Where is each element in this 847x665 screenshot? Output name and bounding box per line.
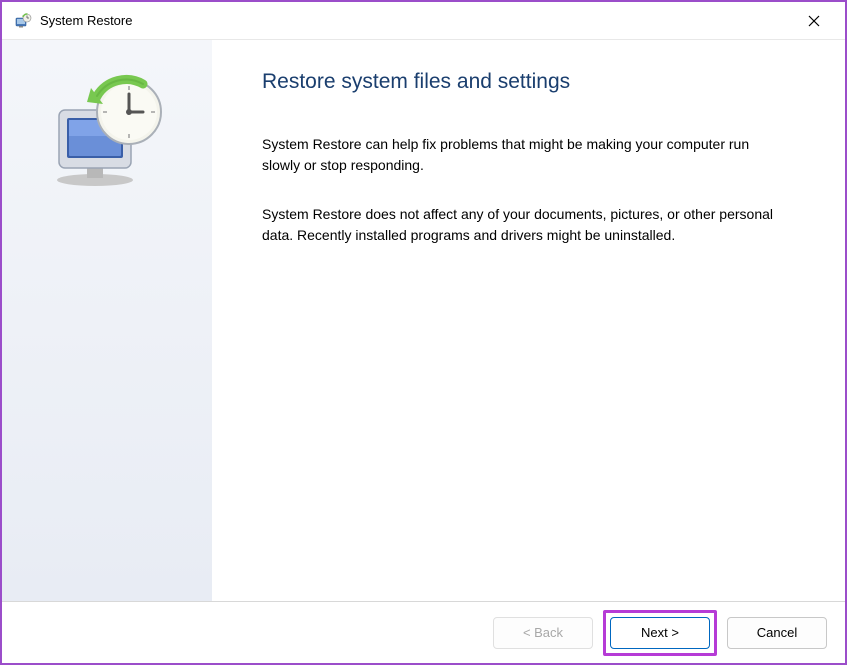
window-title: System Restore — [40, 13, 791, 28]
close-icon — [808, 15, 820, 27]
content-area: Restore system files and settings System… — [2, 40, 845, 601]
sidebar — [2, 40, 212, 601]
close-button[interactable] — [791, 5, 837, 37]
back-button: < Back — [493, 617, 593, 649]
next-button[interactable]: Next > — [610, 617, 710, 649]
intro-paragraph-2: System Restore does not affect any of yo… — [262, 204, 782, 246]
system-restore-window: System Restore — [0, 0, 847, 665]
main-panel: Restore system files and settings System… — [212, 40, 845, 601]
next-button-highlight: Next > — [603, 610, 717, 656]
cancel-button[interactable]: Cancel — [727, 617, 827, 649]
system-restore-icon — [14, 12, 32, 30]
wizard-footer: < Back Next > Cancel — [2, 601, 845, 663]
titlebar: System Restore — [2, 2, 845, 40]
page-heading: Restore system files and settings — [262, 70, 805, 94]
restore-large-icon — [47, 70, 167, 190]
intro-paragraph-1: System Restore can help fix problems tha… — [262, 134, 782, 176]
